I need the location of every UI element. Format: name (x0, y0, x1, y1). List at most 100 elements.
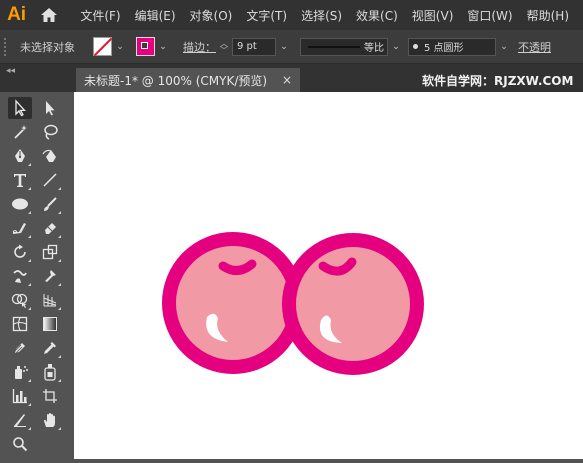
fill-swatch[interactable] (93, 37, 112, 56)
selection-tool[interactable] (8, 97, 32, 119)
curvature-tool-icon (42, 149, 56, 162)
menu-item[interactable]: 效果(C) (356, 7, 398, 24)
artboard-tool[interactable] (38, 385, 62, 407)
close-tab-icon[interactable]: × (282, 73, 292, 87)
direct-selection-tool[interactable] (38, 97, 62, 119)
menu-items: 文件(F) 编辑(E) 对象(O) 文字(T) 选择(S) 效果(C) 视图(V) 窗口(W)… (80, 7, 583, 24)
zoom-tool[interactable] (8, 433, 32, 455)
stroke-weight-input[interactable]: 9 pt (232, 37, 276, 56)
hand-tool-icon (44, 412, 55, 427)
menu-item[interactable]: 视图(V) (412, 7, 454, 24)
menu-item[interactable]: 对象(O) (190, 7, 233, 24)
tool-group-indicator (28, 379, 31, 382)
menu-item[interactable]: 窗口(W) (467, 7, 512, 24)
perspective-grid-tool[interactable] (38, 289, 62, 311)
tool-group-indicator (58, 187, 61, 190)
line-segment-tool[interactable] (38, 169, 62, 191)
gradient-tool-icon (43, 317, 57, 331)
rotate-tool-icon (14, 244, 26, 258)
artboard-tool-icon (43, 389, 57, 403)
document-tab-title: 未标题-1* @ 100% (CMYK/预览) (84, 73, 268, 88)
tool-group-indicator (28, 259, 31, 262)
gradient-tool[interactable] (38, 313, 62, 335)
tool-group-indicator (58, 235, 61, 238)
curvature-tool[interactable] (38, 145, 62, 167)
tool-group-indicator (58, 211, 61, 214)
watermark-text: 软件自学网：RJZXW.COM (422, 74, 574, 88)
mesh-tool[interactable] (8, 313, 32, 335)
pen-tool[interactable] (8, 145, 32, 167)
live-paint-tool[interactable] (38, 361, 62, 383)
opacity-label[interactable]: 不透明 (518, 39, 551, 55)
menu-item[interactable]: 编辑(E) (135, 7, 176, 24)
paintbrush-tool[interactable] (38, 193, 62, 215)
brush-dropdown-icon[interactable]: ⌄ (498, 42, 510, 52)
stroke-dropdown-icon[interactable]: ⌄ (157, 42, 169, 52)
eraser-tool[interactable] (38, 217, 62, 239)
home-icon[interactable] (33, 0, 64, 30)
brush-definition[interactable]: 5 点圆形 (408, 37, 496, 56)
left-cherry[interactable] (162, 232, 304, 374)
left-cherry-body (162, 232, 304, 374)
tool-group-indicator (58, 307, 61, 310)
profile-line-preview (308, 45, 360, 48)
rotate-tool[interactable] (8, 241, 32, 263)
selection-status: 未选择对象 (20, 40, 75, 54)
tool-group-indicator (58, 427, 61, 430)
tool-group-indicator (28, 211, 31, 214)
warp-tool[interactable] (8, 265, 32, 287)
eyedropper-alt-tool-icon (44, 342, 56, 354)
document-tab[interactable]: 未标题-1* @ 100% (CMYK/预览) × (76, 68, 300, 92)
control-bar-grip[interactable] (4, 37, 12, 56)
slice-tool[interactable] (8, 409, 32, 431)
ellipse-tool[interactable] (8, 193, 32, 215)
column-graph-tool-icon (12, 389, 27, 404)
brush-dot-icon (413, 44, 418, 49)
collapse-panel-icon[interactable]: ◂◂ (6, 66, 15, 76)
line-segment-tool-icon (43, 173, 57, 187)
direct-selection-tool-icon (46, 101, 55, 116)
eyedropper-alt-tool[interactable] (38, 337, 62, 359)
menu-bar: Ai 文件(F) 编辑(E) 对象(O) 文字(T) 选择(S) 效果(C) 视图(V) 窗口… (0, 0, 583, 30)
stroke-swatch[interactable] (136, 37, 155, 56)
zoom-tool-icon (13, 437, 28, 452)
ellipse-tool-icon (12, 198, 28, 210)
tool-group-indicator (28, 163, 31, 166)
hand-tool[interactable] (38, 409, 62, 431)
profile-dropdown-icon[interactable]: ⌄ (390, 42, 402, 52)
stroke-label[interactable]: 描边： (183, 39, 216, 55)
menu-item[interactable]: 选择(S) (301, 7, 342, 24)
paintbrush-tool-icon (44, 197, 57, 211)
menu-item[interactable]: 文件(F) (80, 7, 120, 24)
type-tool-icon (14, 174, 26, 187)
right-cherry[interactable] (282, 233, 424, 375)
stroke-weight-dropdown-icon[interactable]: ⌄ (278, 42, 290, 52)
profile-label: 等比 (364, 43, 384, 54)
type-tool[interactable] (8, 169, 32, 191)
control-bar: 未选择对象 ⌄ ⌄ 描边： ︿ ﹀ 9 pt ⌄ 等比 ⌄ 5 点圆形 ⌄ 不透明 (0, 30, 583, 64)
scale-tool[interactable] (38, 241, 62, 263)
artboard-canvas[interactable] (74, 92, 583, 459)
pen-tool-icon (15, 149, 25, 162)
column-graph-tool[interactable] (8, 385, 32, 407)
menu-item[interactable]: 文字(T) (246, 7, 287, 24)
symbol-sprayer-tool[interactable] (8, 361, 32, 383)
magic-wand-tool-icon (14, 125, 27, 139)
tool-group-indicator (58, 379, 61, 382)
fill-dropdown-icon[interactable]: ⌄ (114, 42, 126, 52)
scale-tool-icon (42, 244, 58, 260)
lasso-tool[interactable] (38, 121, 62, 143)
shaper-tool-icon (12, 223, 26, 234)
magic-wand-tool[interactable] (8, 121, 32, 143)
tool-group-indicator (28, 427, 31, 430)
shape-builder-tool[interactable] (8, 289, 32, 311)
eyedropper-tool[interactable] (8, 337, 32, 359)
shaper-tool[interactable] (8, 217, 32, 239)
app-logo: Ai (7, 4, 27, 25)
variable-width-profile[interactable]: 等比 (300, 37, 388, 56)
perspective-grid-tool-icon (43, 294, 57, 307)
puppet-warp-tool[interactable] (38, 265, 62, 287)
menu-item[interactable]: 帮助(H) (527, 7, 569, 24)
tool-group-indicator (28, 187, 31, 190)
stroke-weight-stepper[interactable]: ︿ ﹀ (220, 39, 228, 54)
